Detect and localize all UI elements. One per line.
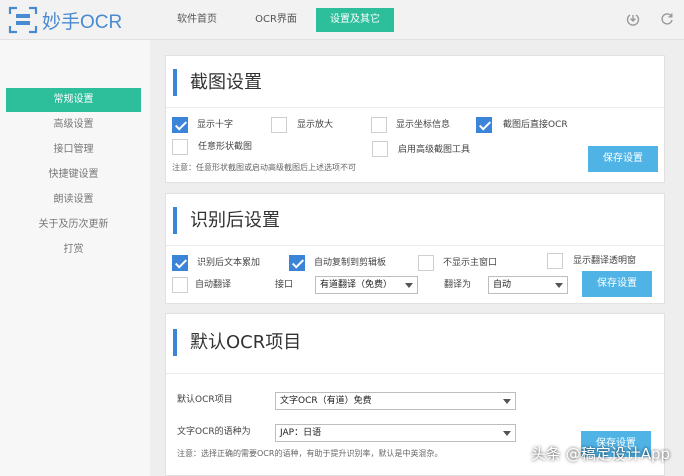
save-screenshot-settings-button[interactable]: 保存设置 xyxy=(588,146,658,172)
advanced-capture-tool-checkbox[interactable] xyxy=(372,141,388,157)
ocr-after-capture-checkbox[interactable] xyxy=(476,117,492,133)
tab-settings[interactable]: 设置及其它 xyxy=(316,8,394,32)
sidebar-item-donate[interactable]: 打赏 xyxy=(6,238,141,262)
chevron-down-icon xyxy=(555,283,563,288)
post-recognition-card: 识别后设置 识别后文本累加 自动复制到剪辑板 不显示主窗口 显示翻译透明窗 自动… xyxy=(165,193,665,304)
accumulate-text-checkbox[interactable] xyxy=(172,255,188,271)
chevron-down-icon xyxy=(405,283,413,288)
sidebar-item-speech[interactable]: 朗读设置 xyxy=(6,188,141,212)
post-recognition-title: 识别后设置 xyxy=(190,210,280,231)
default-ocr-note: 注意：选择正确的需要OCR的语种，有助于提升识别率，默认是中英混杂。 xyxy=(177,449,443,458)
auto-translate-checkbox[interactable] xyxy=(172,277,188,293)
watermark-text: 头条 @稿定设计App xyxy=(530,445,670,463)
sidebar-item-general[interactable]: 常规设置 xyxy=(6,88,141,112)
show-magnifier-label: 显示放大 xyxy=(297,120,334,130)
screenshot-settings-card: 截图设置 显示十字 显示放大 显示坐标信息 截图后直接OCR 任意形状截图 启用… xyxy=(165,55,665,183)
translate-to-select[interactable]: 自动 xyxy=(488,276,568,294)
freeform-capture-checkbox[interactable] xyxy=(172,139,188,155)
show-coordinates-label: 显示坐标信息 xyxy=(396,120,451,130)
card-header: 默认OCR项目 xyxy=(166,314,664,374)
show-coordinates-checkbox[interactable] xyxy=(371,117,387,133)
accent-bar xyxy=(173,207,177,234)
sidebar-item-interface[interactable]: 接口管理 xyxy=(6,138,141,162)
tab-home[interactable]: 软件首页 xyxy=(165,8,229,32)
chevron-down-icon xyxy=(503,399,511,404)
auto-copy-label: 自动复制到剪辑板 xyxy=(314,258,387,268)
screenshot-note: 注意：任意形状截图或启动高级截图后上述选项不可 xyxy=(172,163,356,172)
refresh-icon[interactable] xyxy=(660,12,674,26)
top-bar: 妙手OCR 软件首页 OCR界面 设置及其它 xyxy=(0,0,684,40)
ocr-language-select[interactable]: JAP：日语 xyxy=(275,424,516,442)
translate-to-label: 翻译为 xyxy=(444,280,472,290)
sidebar-item-hotkeys[interactable]: 快捷键设置 xyxy=(6,163,141,187)
chevron-down-icon xyxy=(503,431,511,436)
auto-copy-checkbox[interactable] xyxy=(289,255,305,271)
translation-interface-value: 有道翻译（免费） xyxy=(320,280,393,290)
accent-bar xyxy=(173,329,177,356)
freeform-capture-label: 任意形状截图 xyxy=(198,142,253,152)
translation-overlay-label: 显示翻译透明窗 xyxy=(573,256,637,266)
translation-interface-select[interactable]: 有道翻译（免费） xyxy=(315,276,418,294)
card-header: 识别后设置 xyxy=(166,194,664,246)
default-ocr-project-value: 文字OCR（有道）免费 xyxy=(280,396,372,406)
show-crosshair-checkbox[interactable] xyxy=(172,117,188,133)
ocr-logo-icon xyxy=(8,6,38,34)
default-ocr-title: 默认OCR项目 xyxy=(190,332,302,353)
save-post-recognition-button[interactable]: 保存设置 xyxy=(582,271,652,297)
hide-main-window-label: 不显示主窗口 xyxy=(443,258,498,268)
ocr-language-label: 文字OCR的语种为 xyxy=(177,427,251,437)
screenshot-settings-title: 截图设置 xyxy=(190,72,262,93)
translation-overlay-checkbox[interactable] xyxy=(547,253,563,269)
default-ocr-project-select[interactable]: 文字OCR（有道）免费 xyxy=(275,392,516,410)
show-magnifier-checkbox[interactable] xyxy=(271,117,287,133)
hide-main-window-checkbox[interactable] xyxy=(418,255,434,271)
sidebar: 常规设置 高级设置 接口管理 快捷键设置 朗读设置 关于及历次更新 打赏 xyxy=(0,40,150,476)
main-panel: 截图设置 显示十字 显示放大 显示坐标信息 截图后直接OCR 任意形状截图 启用… xyxy=(150,40,684,476)
default-ocr-project-label: 默认OCR项目 xyxy=(177,395,233,405)
card-header: 截图设置 xyxy=(166,56,664,108)
ocr-after-capture-label: 截图后直接OCR xyxy=(503,120,568,130)
accumulate-text-label: 识别后文本累加 xyxy=(197,258,261,268)
app-logo-text: 妙手OCR xyxy=(42,11,123,33)
tab-ocr[interactable]: OCR界面 xyxy=(243,8,309,32)
app-logo: 妙手OCR xyxy=(8,6,122,34)
ocr-language-value: JAP：日语 xyxy=(280,428,322,438)
show-crosshair-label: 显示十字 xyxy=(197,120,234,130)
translate-to-value: 自动 xyxy=(493,280,512,290)
advanced-capture-tool-label: 启用高级截图工具 xyxy=(398,145,471,155)
sidebar-item-advanced[interactable]: 高级设置 xyxy=(6,113,141,137)
accent-bar xyxy=(173,69,177,96)
interface-label: 接口 xyxy=(275,280,294,290)
download-icon[interactable] xyxy=(626,12,640,26)
auto-translate-label: 自动翻译 xyxy=(195,280,232,290)
sidebar-item-about[interactable]: 关于及历次更新 xyxy=(6,213,141,237)
